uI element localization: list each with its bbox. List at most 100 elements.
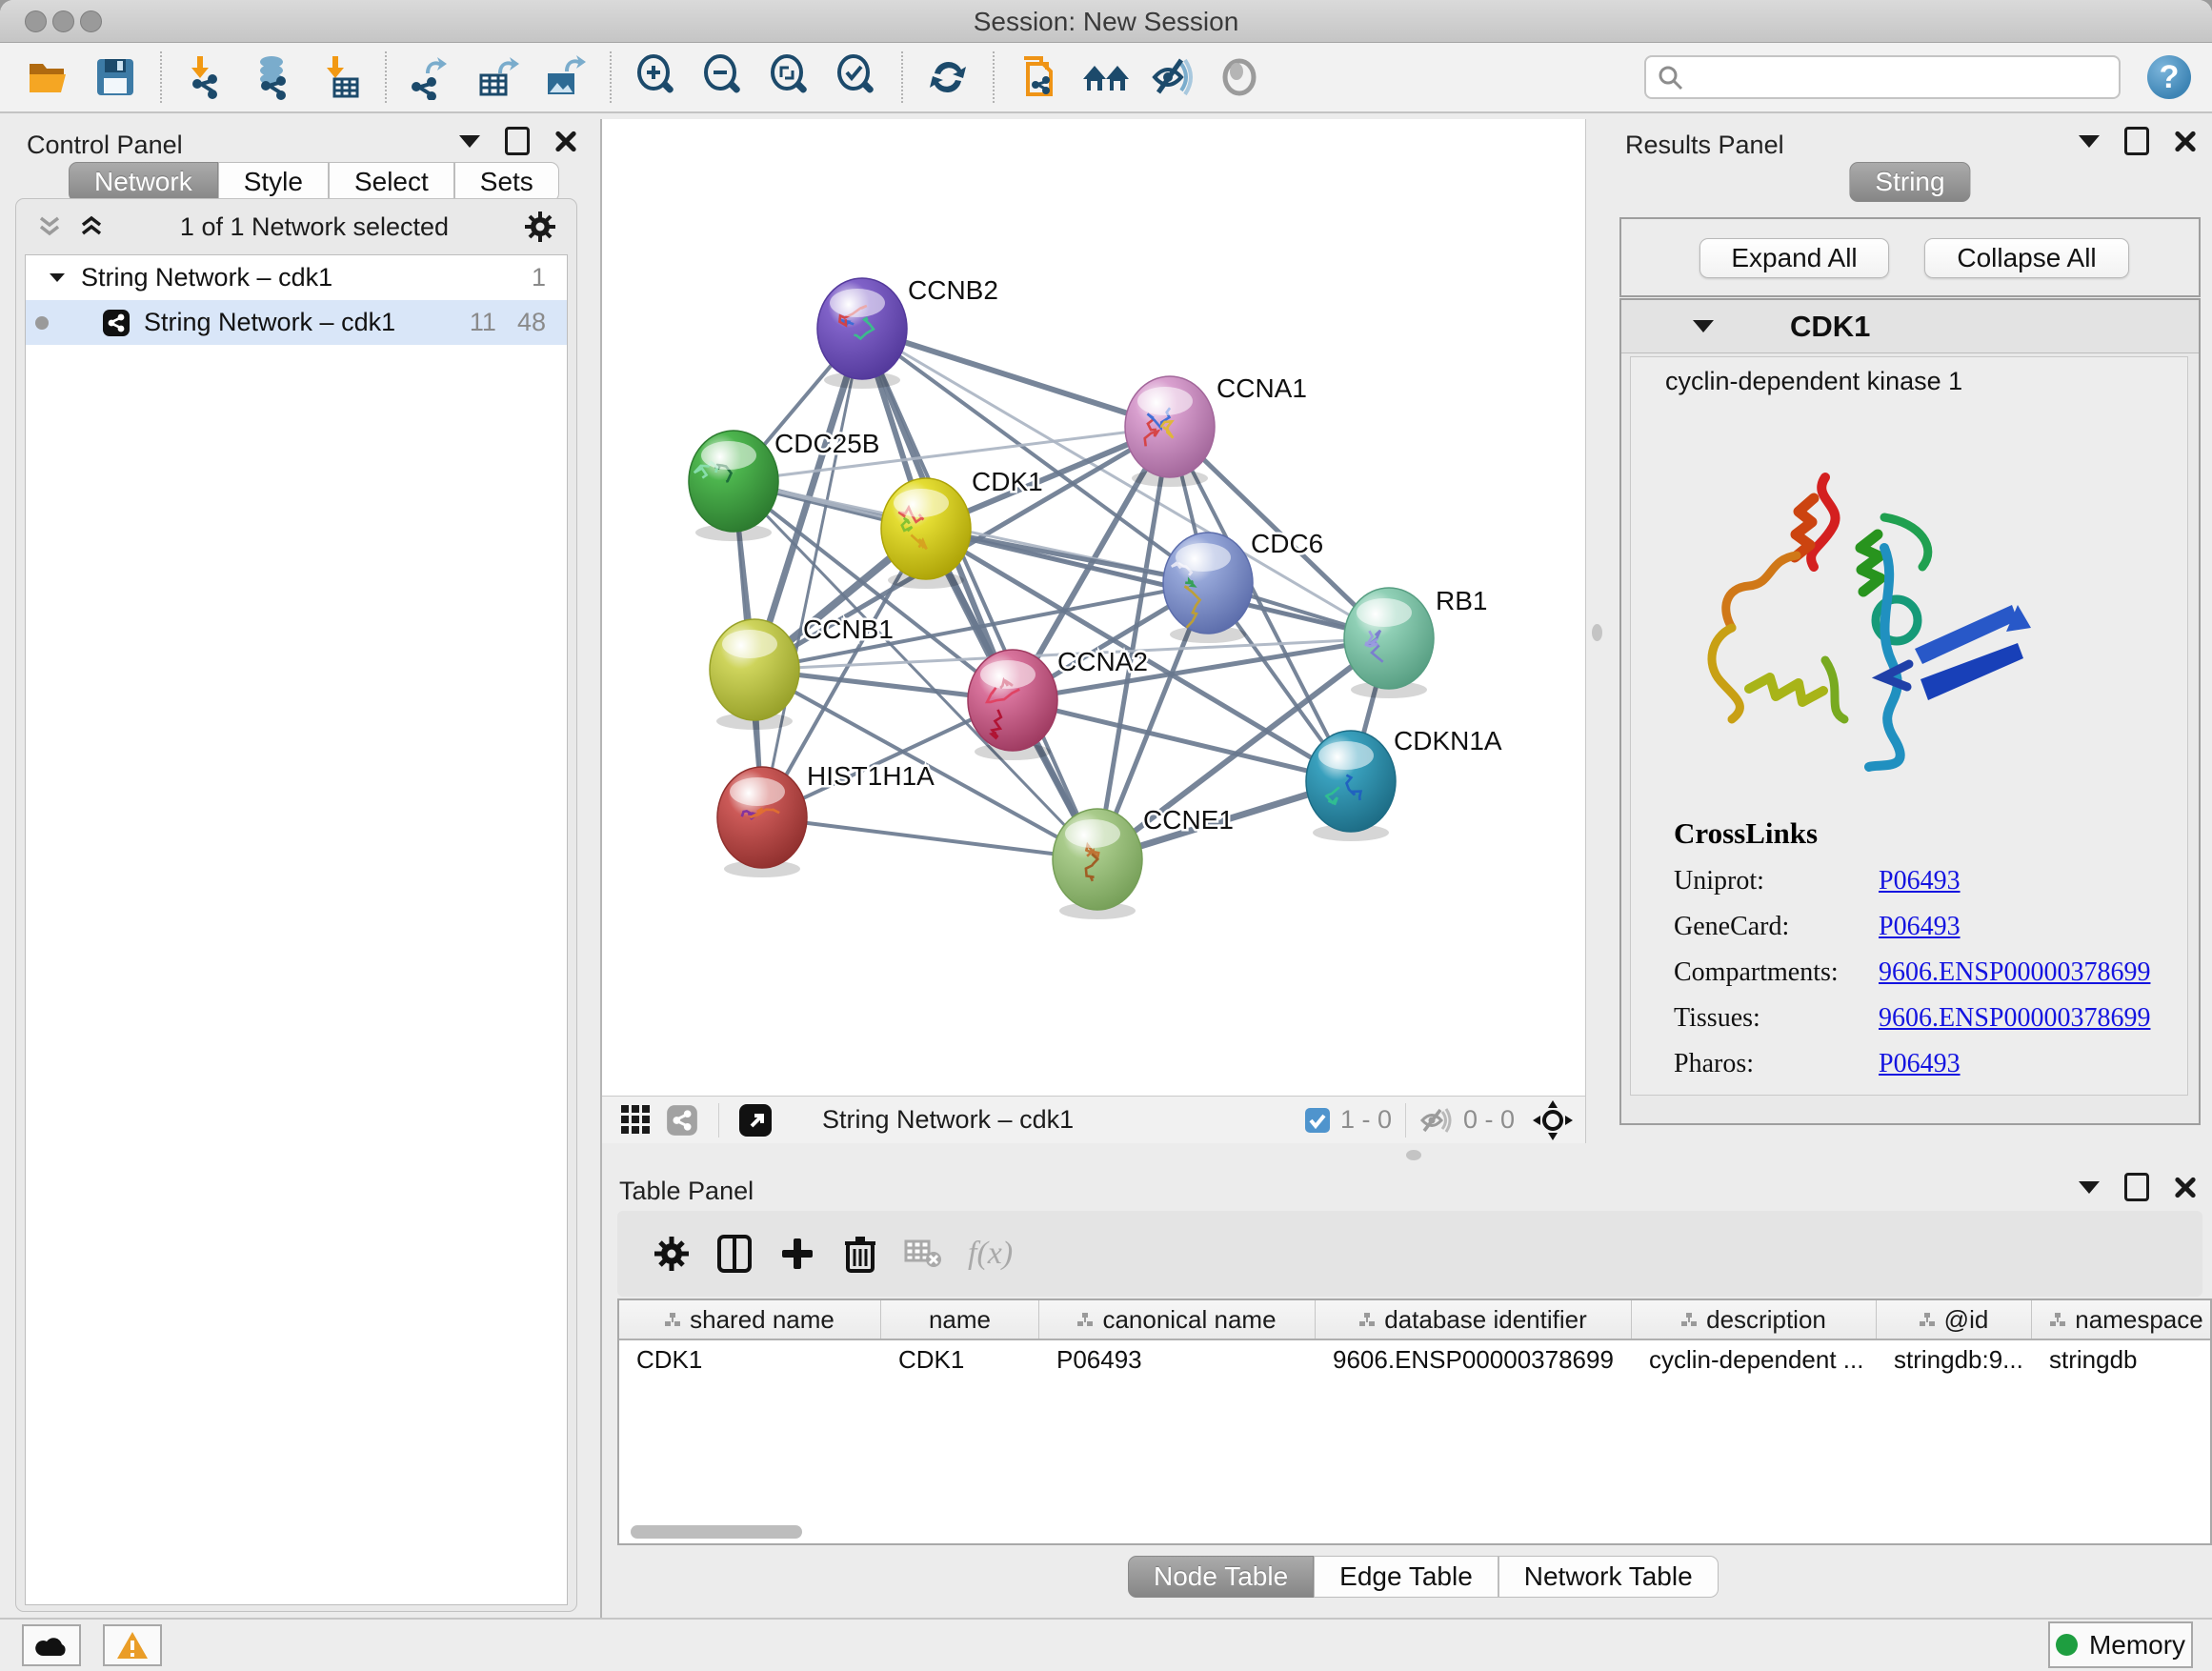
collapse-section-icon[interactable]	[1693, 320, 1714, 332]
cloud-status-button[interactable]	[22, 1624, 81, 1666]
table-row[interactable]: CDK1CDK1P064939606.ENSP00000378699cyclin…	[619, 1340, 2210, 1379]
tab-node-table[interactable]: Node Table	[1128, 1556, 1314, 1598]
network-tree-row-selected[interactable]: String Network – cdk1 11 48	[26, 300, 567, 345]
svg-text:CCNB1: CCNB1	[803, 614, 894, 644]
table-settings-gear-icon[interactable]	[647, 1229, 696, 1278]
tab-string[interactable]: String	[1849, 162, 1970, 202]
network-name-label: String Network – cdk1	[144, 308, 395, 337]
fit-selected-crosshair-icon[interactable]	[1532, 1099, 1574, 1141]
float-panel-icon[interactable]	[2124, 127, 2149, 155]
hidden-eye-icon[interactable]	[1419, 1106, 1454, 1135]
crosslink-label: GeneCard:	[1674, 912, 1879, 942]
import-network-database-icon[interactable]	[249, 52, 298, 102]
crosslink-link[interactable]: 9606.ENSP00000378699	[1879, 957, 2150, 988]
gene-details: cyclin-dependent kinase 1	[1630, 356, 2188, 1096]
network-canvas[interactable]: CCNB2CCNA1CDC25BCDK1CDC6RB1CCNB1CCNA2CDK…	[602, 119, 1585, 1096]
zoom-selected-icon[interactable]	[832, 52, 881, 102]
search-input[interactable]	[1644, 55, 2121, 99]
memory-label: Memory	[2089, 1630, 2185, 1661]
crosslink-link[interactable]: 9606.ENSP00000378699	[1879, 1003, 2150, 1034]
table-cell[interactable]: cyclin-dependent ...	[1632, 1340, 1877, 1379]
home-icon[interactable]	[1081, 52, 1131, 102]
table-cell[interactable]: 9606.ENSP00000378699	[1316, 1340, 1632, 1379]
svg-text:CCNA2: CCNA2	[1057, 647, 1148, 676]
table-panel: Table Panel f(x) shared namenamecanonica…	[602, 1167, 2212, 1620]
add-column-icon[interactable]	[773, 1229, 822, 1278]
application-window: Session: New Session ? Control Panel	[0, 0, 2212, 1671]
delete-column-trash-icon[interactable]	[835, 1229, 885, 1278]
crosslink-label: Tissues:	[1674, 1003, 1879, 1034]
footer-separator	[718, 1103, 719, 1137]
column-header-database-identifier[interactable]: database identifier	[1316, 1300, 1632, 1339]
import-network-file-icon[interactable]	[182, 52, 231, 102]
zoom-fit-icon[interactable]	[765, 52, 814, 102]
float-panel-icon[interactable]	[2124, 1173, 2149, 1201]
tab-style[interactable]: Style	[218, 162, 329, 202]
table-cell[interactable]: stringdb:9...	[1877, 1340, 2032, 1379]
collapse-all-button[interactable]: Collapse All	[1924, 238, 2129, 278]
table-cell[interactable]: stringdb	[2032, 1340, 2212, 1379]
tab-edge-table[interactable]: Edge Table	[1314, 1556, 1498, 1598]
detach-view-icon[interactable]	[736, 1101, 774, 1139]
refresh-icon[interactable]	[923, 52, 973, 102]
tab-network[interactable]: Network	[69, 162, 218, 202]
show-columns-icon[interactable]	[710, 1229, 759, 1278]
open-session-icon[interactable]	[24, 52, 73, 102]
network-file-manager-icon[interactable]	[1015, 52, 1064, 102]
panel-menu-icon[interactable]	[2079, 135, 2100, 148]
crosslink-link[interactable]: P06493	[1879, 1049, 1961, 1079]
column-header-shared-name[interactable]: shared name	[619, 1300, 881, 1339]
save-session-icon[interactable]	[90, 52, 140, 102]
expand-all-button[interactable]: Expand All	[1699, 238, 1889, 278]
table-cell[interactable]: CDK1	[619, 1340, 881, 1379]
panel-menu-icon[interactable]	[459, 135, 480, 148]
table-cell[interactable]: CDK1	[881, 1340, 1039, 1379]
column-header-description[interactable]: description	[1632, 1300, 1877, 1339]
export-image-icon[interactable]	[540, 52, 590, 102]
gear-icon[interactable]	[523, 210, 557, 244]
splitter-handle[interactable]	[1406, 1150, 1421, 1160]
selected-checkbox-icon[interactable]	[1304, 1107, 1331, 1134]
crosslink-link[interactable]: P06493	[1879, 866, 1961, 896]
network-tree: String Network – cdk1 1 String Network –…	[25, 254, 568, 1605]
tab-select[interactable]: Select	[329, 162, 454, 202]
import-table-file-icon[interactable]	[315, 52, 365, 102]
birds-eye-view-icon[interactable]	[617, 1101, 655, 1139]
tab-network-table[interactable]: Network Table	[1498, 1556, 1719, 1598]
toolbar-separator	[610, 51, 612, 103]
close-panel-icon[interactable]	[2174, 130, 2197, 152]
panel-menu-icon[interactable]	[2079, 1181, 2100, 1194]
horizontal-splitter[interactable]	[602, 1143, 2212, 1167]
crosslink-link[interactable]: P06493	[1879, 912, 1961, 942]
network-tree-parent-row[interactable]: String Network – cdk1 1	[26, 255, 567, 300]
export-table-icon[interactable]	[473, 52, 523, 102]
table-cell[interactable]: P06493	[1039, 1340, 1316, 1379]
edge-count: 48	[517, 308, 546, 337]
zoom-out-icon[interactable]	[698, 52, 748, 102]
memory-button[interactable]: Memory	[2048, 1621, 2193, 1668]
close-panel-icon[interactable]	[2174, 1176, 2197, 1198]
column-header-namespace[interactable]: namespace	[2032, 1300, 2212, 1339]
shared-column-icon	[1681, 1313, 1697, 1327]
expand-all-icon[interactable]	[77, 212, 106, 241]
export-network-icon[interactable]	[407, 52, 456, 102]
tree-expand-icon[interactable]	[47, 268, 68, 289]
splitter-handle[interactable]	[1592, 624, 1602, 641]
zoom-in-icon[interactable]	[632, 52, 681, 102]
warning-status-button[interactable]	[103, 1624, 162, 1666]
column-header--id[interactable]: @id	[1877, 1300, 2032, 1339]
table-hscrollbar[interactable]	[631, 1525, 802, 1539]
column-header-canonical-name[interactable]: canonical name	[1039, 1300, 1316, 1339]
hide-panel-eye-icon[interactable]	[1148, 52, 1197, 102]
tab-sets[interactable]: Sets	[454, 162, 559, 202]
shared-column-icon	[1359, 1313, 1375, 1327]
column-header-name[interactable]: name	[881, 1300, 1039, 1339]
vertical-splitter[interactable]	[1585, 119, 1610, 1143]
gene-section-header[interactable]: CDK1	[1621, 300, 2199, 353]
collapse-all-icon[interactable]	[35, 212, 64, 241]
float-panel-icon[interactable]	[505, 127, 530, 155]
network-overview-icon[interactable]	[663, 1101, 701, 1139]
string-network-graph[interactable]: CCNB2CCNA1CDC25BCDK1CDC6RB1CCNB1CCNA2CDK…	[602, 119, 1585, 1096]
help-button[interactable]: ?	[2147, 55, 2191, 99]
close-panel-icon[interactable]	[554, 130, 577, 152]
